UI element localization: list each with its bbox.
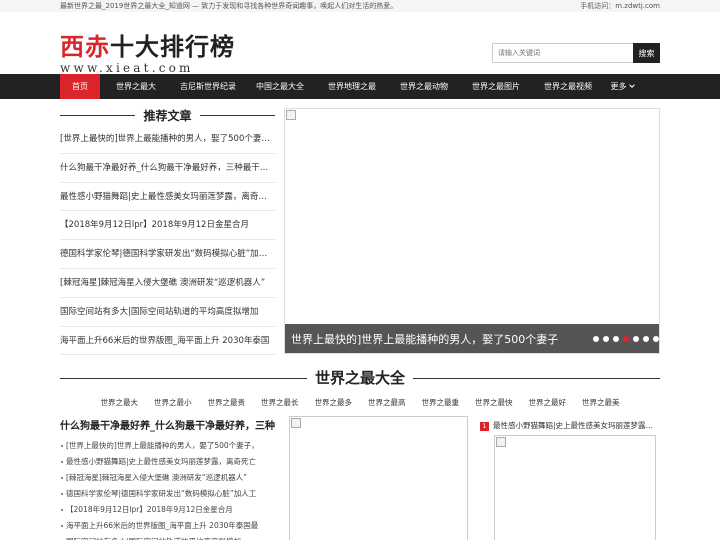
category-link[interactable]: 世界之最好 — [521, 397, 575, 409]
header: 西赤十大排行榜 www.xieat.com 搜索 — [0, 12, 720, 75]
featured-title[interactable]: 什么狗最干净最好养_什么狗最干净最好养，三种 — [60, 420, 275, 434]
recommended-title: 推荐文章 — [135, 109, 200, 123]
nav-item[interactable]: 世界地理之最 — [316, 74, 388, 99]
list-item[interactable]: 什么狗最干净最好养_什么狗最干净最好养，三种最干净的狗 — [60, 154, 275, 183]
list-item[interactable]: 最性感小野猫舞蹈|史上最性感美女玛丽莲梦露，离奇死亡 — [60, 454, 275, 470]
logo-url: www.xieat.com — [60, 61, 194, 75]
category-link[interactable]: 世界之最美 — [574, 397, 628, 409]
category-link[interactable]: 世界之最大 — [93, 397, 147, 409]
list-item[interactable]: 海平面上升66米后的世界版图_海平面上升 2030年泰国最 — [60, 518, 275, 534]
slider-dots — [593, 335, 659, 342]
category-link[interactable]: 世界之最多 — [307, 397, 361, 409]
broken-image-icon — [291, 418, 301, 428]
list-item[interactable]: [棘冠海星]棘冠海星入侵大堡礁 澳洲研发“巡逻机器人” — [60, 470, 275, 486]
broken-image-icon — [286, 110, 296, 120]
section-title: 世界之最大全 — [306, 369, 413, 387]
list-item[interactable]: 国际空间站有多大|国际空间站轨道的平均高度拟增加 — [60, 534, 275, 540]
slider-caption-bar: 世界上最快的]世界上最能播种的男人，娶了500个妻子 — [285, 324, 659, 353]
logo-text-dark: 十大排行榜 — [110, 33, 235, 61]
nav-item-label: 世界之最图片 — [472, 82, 520, 91]
slider-dot[interactable] — [613, 335, 619, 342]
site-slogan: 最新世界之最_2019世界之最大全_知道网 — 致力于发现和寻找各种世界奇闻趣事… — [60, 2, 398, 10]
nav-item-label: 世界之最大 — [116, 82, 156, 91]
category-link[interactable]: 世界之最小 — [146, 397, 200, 409]
slider-caption[interactable]: 世界上最快的]世界上最能播种的男人，娶了500个妻子 — [291, 331, 587, 347]
list-item[interactable]: 国际空间站有多大|国际空间站轨道的平均高度拟增加 — [60, 298, 275, 327]
nav-item[interactable]: 世界之最动物 — [388, 74, 460, 99]
nav-item[interactable]: 更多 — [604, 74, 640, 99]
chevron-down-icon — [628, 82, 635, 88]
list-item[interactable]: 德国科学家伦琴|德国科学家研发出“数码模拟心脏”加人工 — [60, 486, 275, 502]
featured-list: 什么狗最干净最好养_什么狗最干净最好养，三种 [世界上最快的]世界上最能播种的男… — [60, 420, 275, 540]
nav-item[interactable]: 世界之最大 — [100, 74, 172, 99]
list-item[interactable]: 【2018年9月12日lpr】2018年9月12日金星合月 — [60, 502, 275, 518]
list-item[interactable]: [世界上最快的]世界上最能播种的男人，娶了500个妻子， — [60, 438, 275, 454]
ranked-item[interactable]: 1 最性感小野猫舞蹈|史上最性感美女玛丽莲梦露，离奇死亡 — [480, 420, 660, 432]
main-nav: 首页 世界之最大 吉尼斯世界纪录 中国之最大全 世界地理之最 世界之最动物 世界之最图片 世界… — [0, 74, 720, 99]
nav-item[interactable]: 吉尼斯世界纪录 — [172, 74, 244, 99]
list-item[interactable]: 【2018年9月12日lpr】2018年9月12日金星合月 — [60, 211, 275, 241]
category-link[interactable]: 世界之最重 — [414, 397, 468, 409]
main-content: 推荐文章 [世界上最快的]世界上最能播种的男人，娶了500个妻子， 什么狗最干净最… — [0, 99, 720, 540]
list-item[interactable]: 海平面上升66米后的世界版图_海平面上升 2030年泰国 — [60, 327, 275, 356]
broken-image-icon — [496, 437, 506, 447]
slider-dot[interactable] — [593, 335, 599, 342]
ranked-image[interactable] — [494, 435, 656, 540]
nav-item-label: 世界之最视频 — [544, 82, 592, 91]
featured-image[interactable] — [289, 416, 468, 540]
nav-item[interactable]: 中国之最大全 — [244, 74, 316, 99]
search-button[interactable]: 搜索 — [633, 43, 660, 63]
recommended-heading: 推荐文章 — [60, 105, 275, 125]
list-item[interactable]: 德国科学家伦琴|德国科学家研发出“数码模拟心脏”加人工 — [60, 240, 275, 269]
nav-item[interactable]: 首页 — [60, 74, 100, 99]
slider-dot[interactable] — [603, 335, 609, 342]
recommended-list: 推荐文章 [世界上最快的]世界上最能播种的男人，娶了500个妻子， 什么狗最干净最… — [60, 105, 275, 356]
category-link[interactable]: 世界之最贵 — [200, 397, 254, 409]
list-item[interactable]: [世界上最快的]世界上最能播种的男人，娶了500个妻子， — [60, 125, 275, 154]
nav-item-label: 更多 — [610, 82, 627, 91]
nav-item[interactable]: 世界之最视频 — [532, 74, 604, 99]
search-box: 搜索 — [492, 43, 660, 63]
slider-dot[interactable] — [633, 335, 639, 342]
list-item[interactable]: [棘冠海星]棘冠海星入侵大堡礁 澳洲研发“巡逻机器人” — [60, 269, 275, 298]
list-item[interactable]: 最性感小野猫舞蹈|史上最性感美女玛丽莲梦露，离奇死亡 — [60, 183, 275, 212]
top-bar: 最新世界之最_2019世界之最大全_知道网 — 致力于发现和寻找各种世界奇闻趣事… — [0, 0, 720, 12]
search-input[interactable] — [492, 43, 633, 63]
slider-dot[interactable] — [623, 335, 629, 342]
mobile-link[interactable]: 手机访问：m.zdwtj.com — [580, 1, 660, 11]
site-logo[interactable]: 西赤十大排行榜 www.xieat.com — [60, 34, 235, 75]
nav-item-label: 吉尼斯世界纪录 — [180, 82, 236, 91]
ranked-list: 1 最性感小野猫舞蹈|史上最性感美女玛丽莲梦露，离奇死亡 — [480, 420, 660, 540]
category-link[interactable]: 世界之最高 — [360, 397, 414, 409]
image-slider[interactable]: 世界上最快的]世界上最能播种的男人，娶了500个妻子 — [284, 108, 660, 354]
category-link[interactable]: 世界之最快 — [467, 397, 521, 409]
nav-item-label: 世界地理之最 — [328, 82, 376, 91]
logo-text-red: 西赤 — [60, 33, 110, 61]
category-link[interactable]: 世界之最长 — [253, 397, 307, 409]
nav-item[interactable]: 世界之最图片 — [460, 74, 532, 99]
slider-dot[interactable] — [653, 335, 659, 342]
nav-item-label: 世界之最动物 — [400, 82, 448, 91]
nav-item-label: 首页 — [72, 82, 88, 91]
nav-item-label: 中国之最大全 — [256, 82, 304, 91]
section-heading: 世界之最大全 — [60, 366, 660, 390]
slider-dot[interactable] — [643, 335, 649, 342]
category-nav: 世界之最大 世界之最小 世界之最贵 世界之最长 世界之最多 世界之最高 世界之最重 世界之最快… — [60, 397, 660, 409]
rank-badge: 1 — [480, 422, 489, 431]
ranked-item-text: 最性感小野猫舞蹈|史上最性感美女玛丽莲梦露，离奇死亡 — [493, 421, 660, 430]
